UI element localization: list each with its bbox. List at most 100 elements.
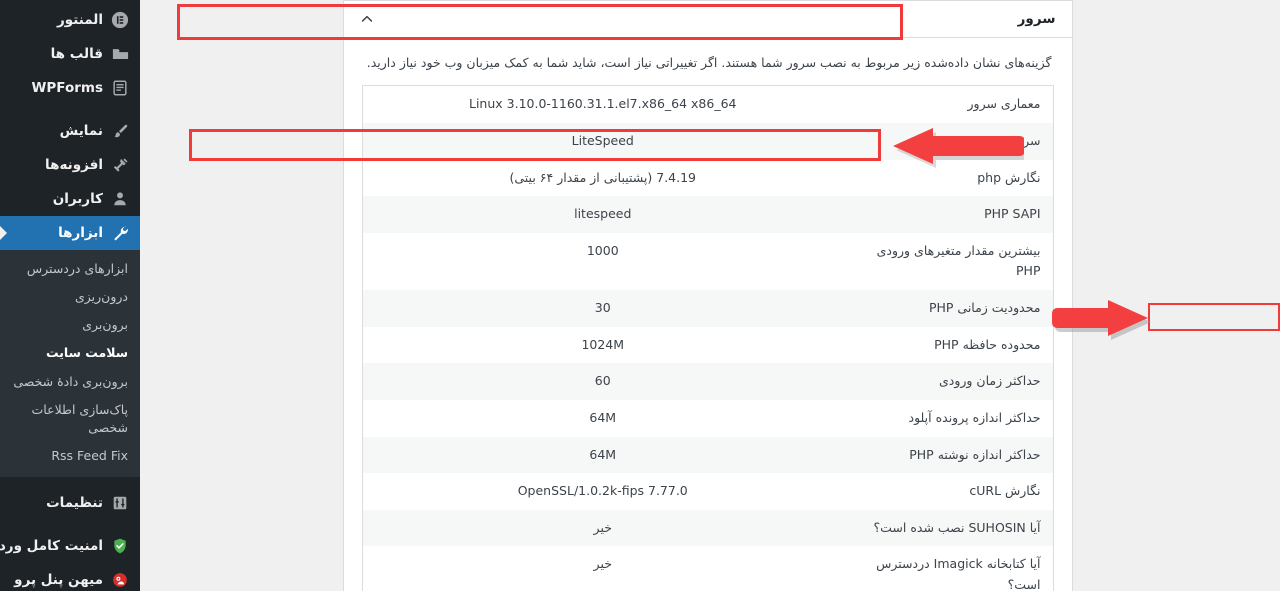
sidebar-separator [0,105,140,114]
row-label: نگارش php [977,169,1041,185]
row-label: سرور وب [989,132,1041,148]
sidebar-item-appearance[interactable]: نمایش [0,114,140,148]
elementor-icon [110,10,130,30]
sidebar-separator-3 [0,520,140,529]
row-value: 64M [589,446,617,462]
sidebar-item-label: امنیت کامل وردپرس [0,537,103,554]
users-person-icon [110,189,130,209]
table-row: محدودیت زمانی PHP 30 [362,290,1053,327]
table-row: نگارش php 7.4.19 (پشتیبانی از مقدار ۶۴ ب… [362,159,1053,197]
row-value: خیر [593,519,612,535]
table-row: حداکثر زمان ورودی 60 [362,363,1053,400]
table-row: حداکثر اندازه پرونده آپلود 64M [362,399,1053,437]
table-row: PHP SAPI litespeed [362,196,1053,233]
row-label: PHP SAPI [984,206,1041,222]
table-row: بیشترین مقدار متغیرهای ورودی PHP 1000 [362,232,1053,290]
tools-submenu: ابزارهای دردسترس درون‌ریزی برون‌بری سلام… [0,250,140,477]
table-row: سرور وب LiteSpeed [362,122,1053,160]
sidebar-item-label: ابزارها [58,224,103,241]
sidebar-submenu-import[interactable]: درون‌ریزی [0,283,140,311]
forms-icon [110,78,130,98]
row-value: 60 [594,373,611,389]
server-info-tbody: معماری سرور Linux 3.10.0-1160.31.1.el7.x… [362,85,1053,591]
main-content: سرور گزینه‌های نشان داده‌شده زیر مربوط ب… [140,0,1280,591]
row-value: 30 [594,300,611,315]
settings-sliders-icon [110,493,130,513]
sidebar-item-users[interactable]: کاربران [0,182,140,216]
sidebar-item-label: کاربران [52,190,103,207]
sidebar-submenu-rss-feed-fix[interactable]: Rss Feed Fix [0,442,140,470]
sidebar-item-label: تنظیمات [46,494,103,511]
sidebar-item-templates[interactable]: قالب ها [0,37,140,71]
sidebar-item-label: قالب ها [50,45,103,62]
row-value: 1024M [581,336,625,352]
submenu-label: ابزارهای دردسترس [26,261,128,276]
sidebar-item-label: نمایش [59,122,103,139]
row-label: حداکثر زمان ورودی [938,373,1041,389]
mihanpanel-icon [110,570,130,590]
folder-icon [110,44,130,64]
submenu-label: برون‌بری [82,317,128,333]
row-label: معماری سرور [967,96,1041,112]
panel-description: گزینه‌های نشان داده‌شده زیر مربوط به نصب… [366,55,1052,70]
content-wrapper: سرور گزینه‌های نشان داده‌شده زیر مربوط ب… [342,0,1078,591]
server-panel-header[interactable]: سرور [342,0,1073,38]
server-info-table: معماری سرور Linux 3.10.0-1160.31.1.el7.x… [361,85,1054,591]
admin-sidebar: المنتور قالب ها WPForms [0,0,140,591]
row-value: LiteSpeed [571,132,634,148]
table-row: حداکثر اندازه نوشته PHP 64M [362,436,1053,474]
sidebar-item-label: میهن پنل پرو [14,571,103,588]
shield-check-icon [110,536,130,556]
chevron-up-icon[interactable] [358,10,376,28]
row-label: نگارش cURL [969,483,1041,499]
table-row: نگارش cURL OpenSSL/1.0.2k-fips 7.77.0 [362,473,1053,510]
table-row: آیا SUHOSIN نصب شده است؟ خیر [362,509,1053,547]
sidebar-item-plugins[interactable]: افزونه‌ها [0,148,140,182]
submenu-label: درون‌ریزی [74,289,128,305]
submenu-label: سلامت سایت [45,345,128,361]
sidebar-item-label: افزونه‌ها [45,156,103,173]
submenu-label: پاک‌سازی اطلاعات شخصی [31,401,128,435]
tools-wrench-icon [110,223,130,243]
row-label: حداکثر اندازه نوشته PHP [909,446,1041,462]
row-label: محدودیت زمانی PHP [928,300,1041,315]
row-label: آیا کتابخانه Imagick دردسترس است؟ [876,556,1041,591]
sidebar-item-tools[interactable]: ابزارها [0,216,140,250]
row-value: 64M [589,409,617,425]
row-label: آیا SUHOSIN نصب شده است؟ [873,519,1041,535]
sidebar-item-label: WPForms [31,79,104,96]
sidebar-submenu-site-health[interactable]: سلامت سایت [0,339,140,367]
row-value: litespeed [574,206,632,222]
sidebar-separator-2 [0,477,140,486]
row-label: محدوده حافظه PHP [934,336,1041,352]
row-label: حداکثر اندازه پرونده آپلود [908,409,1041,425]
appearance-brush-icon [110,121,130,141]
row-value: 7.4.19 (پشتیبانی از مقدار ۶۴ بیتی) [509,169,697,185]
submenu-label: Rss Feed Fix [51,447,128,463]
sidebar-item-mihanpanel-pro[interactable]: میهن پنل پرو [0,563,140,591]
panel-title: سرور [1017,11,1056,27]
table-row: معماری سرور Linux 3.10.0-1160.31.1.el7.x… [362,85,1053,123]
sidebar-submenu-available-tools[interactable]: ابزارهای دردسترس [0,255,140,283]
sidebar-item-all-in-one-security[interactable]: امنیت کامل وردپرس [0,529,140,563]
sidebar-submenu-export-personal-data[interactable]: برون‌بری دادهٔ شخصی [0,368,140,396]
row-value: خیر [593,556,612,572]
sidebar-item-wpforms[interactable]: WPForms [0,71,140,105]
sidebar-core-group: نمایش افزونه‌ها کاربران اب [0,114,140,250]
sidebar-submenu-erase-personal-data[interactable]: پاک‌سازی اطلاعات شخصی [0,396,140,442]
row-value: 1000 [586,242,619,258]
sidebar-top-group: المنتور قالب ها WPForms [0,0,140,105]
submenu-label: برون‌بری دادهٔ شخصی [13,373,128,389]
sidebar-item-elementor[interactable]: المنتور [0,3,140,37]
screen-root: المنتور قالب ها WPForms [0,0,1280,591]
table-row: محدوده حافظه PHP 1024M [362,326,1053,364]
row-value: Linux 3.10.0-1160.31.1.el7.x86_64 x86_64 [469,96,737,112]
server-panel-body: گزینه‌های نشان داده‌شده زیر مربوط به نصب… [342,38,1073,591]
row-value: OpenSSL/1.0.2k-fips 7.77.0 [517,483,688,499]
sidebar-item-label: المنتور [56,11,103,28]
sidebar-item-settings[interactable]: تنظیمات [0,486,140,520]
row-label: بیشترین مقدار متغیرهای ورودی PHP [876,242,1041,279]
table-row: آیا کتابخانه Imagick دردسترس است؟ خیر [362,546,1053,591]
plugins-plug-icon [110,155,130,175]
sidebar-submenu-export[interactable]: برون‌بری [0,311,140,339]
